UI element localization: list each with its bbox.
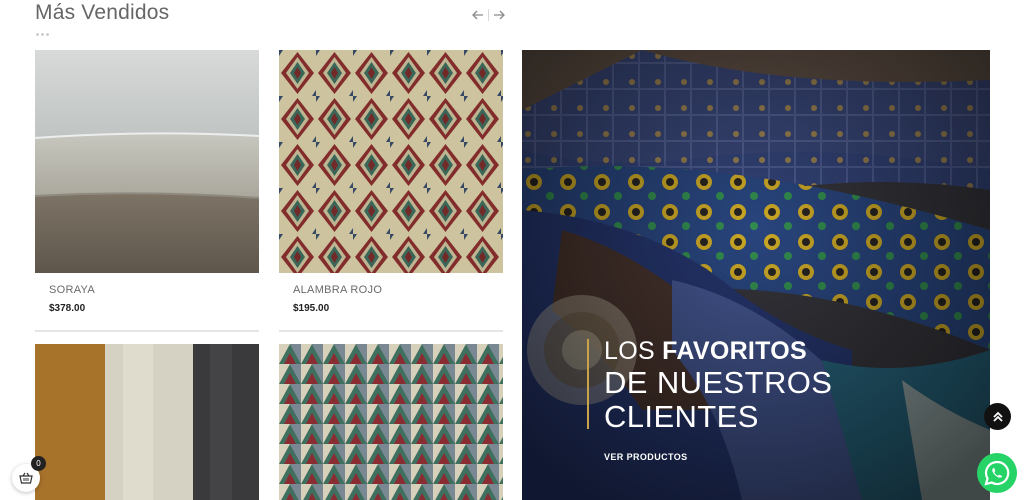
divider	[35, 330, 259, 332]
view-products-link[interactable]: VER PRODUCTOS	[604, 452, 688, 462]
nav-divider	[488, 9, 489, 21]
carousel-nav	[470, 6, 507, 24]
product-card[interactable]	[35, 344, 259, 500]
product-image[interactable]	[35, 344, 259, 500]
arrow-left-icon[interactable]	[470, 6, 486, 24]
product-name[interactable]: SORAYA	[49, 284, 95, 296]
product-card[interactable]	[279, 344, 503, 500]
product-card[interactable]: SORAYA $378.00	[35, 50, 259, 332]
product-card[interactable]: ALAMBRA ROJO $195.00	[279, 50, 503, 332]
double-chevron-up-icon[interactable]	[984, 403, 1011, 430]
banner-line1-bold: FAVORITOS	[662, 337, 808, 365]
section-title: Más Vendidos	[35, 1, 170, 24]
product-image[interactable]	[35, 50, 259, 273]
product-image[interactable]	[279, 344, 503, 500]
title-underline-dots	[36, 33, 49, 36]
promo-banner[interactable]: LOS FAVORITOS DE NUESTROS CLIENTES VER P…	[522, 50, 990, 500]
product-image[interactable]	[279, 50, 503, 273]
product-name[interactable]: ALAMBRA ROJO	[293, 284, 382, 296]
arrow-right-icon[interactable]	[491, 6, 507, 24]
banner-line2: DE NUESTROS	[604, 365, 833, 400]
product-price: $378.00	[49, 303, 86, 314]
cart-count-badge: 0	[31, 456, 46, 471]
product-price: $195.00	[293, 303, 330, 314]
banner-heading: LOS FAVORITOS DE NUESTROS CLIENTES	[604, 336, 832, 434]
banner-line1-regular: LOS	[604, 337, 663, 365]
banner-accent-line	[587, 339, 589, 429]
divider	[279, 330, 503, 332]
banner-line3: CLIENTES	[604, 399, 759, 434]
whatsapp-icon[interactable]	[977, 453, 1017, 493]
